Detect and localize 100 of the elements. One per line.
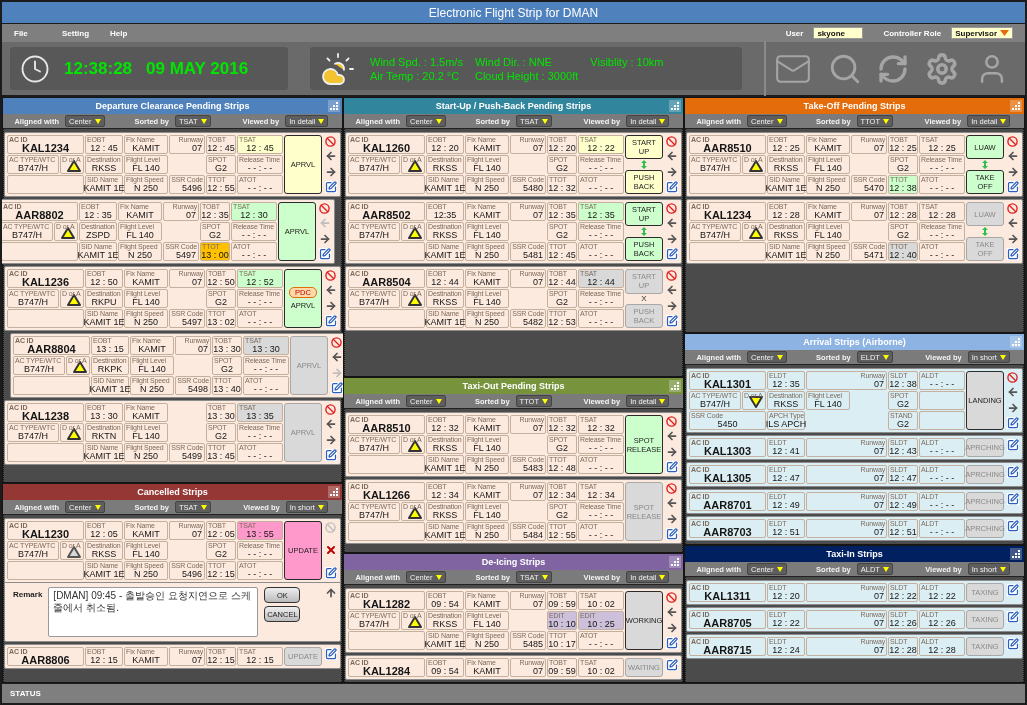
right-arrow-icon[interactable] xyxy=(1006,401,1019,414)
flight-strip[interactable] xyxy=(345,199,682,264)
right-arrow-icon[interactable] xyxy=(665,232,678,245)
resize-grip-icon[interactable] xyxy=(1010,100,1022,112)
edit-icon[interactable] xyxy=(1006,181,1019,193)
resize-grip-icon[interactable] xyxy=(1010,548,1022,560)
remark-field[interactable]: [DMAN] 09:45 - 출발승인 요청지연으로 스케줄에서 취소됨. xyxy=(48,587,259,637)
right-arrow-icon[interactable] xyxy=(665,621,678,634)
prohibited-icon[interactable] xyxy=(325,270,336,281)
resize-grip-icon[interactable] xyxy=(669,556,681,568)
edit-icon[interactable] xyxy=(1006,417,1019,429)
prohibited-icon[interactable] xyxy=(1007,136,1018,147)
role-dropdown[interactable]: Supervisor xyxy=(951,27,1013,39)
flight-strip[interactable] xyxy=(345,412,682,477)
flight-strip[interactable] xyxy=(4,266,341,331)
up-arrow-icon[interactable] xyxy=(325,587,337,599)
resize-grip-icon[interactable] xyxy=(1010,336,1022,348)
left-arrow-icon[interactable] xyxy=(665,430,678,443)
left-arrow-icon[interactable] xyxy=(324,418,337,431)
left-arrow-icon[interactable] xyxy=(665,284,678,297)
edit-icon[interactable] xyxy=(324,648,337,660)
prohibited-icon[interactable] xyxy=(325,404,336,415)
edit-icon[interactable] xyxy=(665,461,678,473)
menu-item[interactable]: Help xyxy=(110,28,158,38)
edit-icon[interactable] xyxy=(665,528,678,540)
prohibited-icon[interactable] xyxy=(666,416,677,427)
resize-grip-icon[interactable] xyxy=(328,486,340,498)
delete-icon[interactable] xyxy=(324,544,337,556)
edit-icon[interactable] xyxy=(330,382,343,394)
edit-icon[interactable] xyxy=(324,315,337,327)
edit-icon[interactable] xyxy=(324,449,337,461)
left-arrow-icon[interactable] xyxy=(1006,150,1019,163)
right-arrow-icon[interactable] xyxy=(665,165,678,178)
left-arrow-icon[interactable] xyxy=(665,606,678,619)
left-arrow-icon[interactable] xyxy=(324,284,337,297)
edit-icon[interactable] xyxy=(318,248,331,260)
caret-icon xyxy=(659,118,666,124)
right-arrow-icon[interactable] xyxy=(318,232,331,245)
edit-icon[interactable] xyxy=(665,248,678,260)
prohibited-icon[interactable] xyxy=(331,337,342,348)
resize-grip-icon[interactable] xyxy=(669,380,681,392)
edit-icon[interactable] xyxy=(1006,611,1019,623)
prohibited-icon[interactable] xyxy=(666,270,677,281)
field-value: KAMIT 1E xyxy=(89,384,131,394)
resize-grip-icon[interactable] xyxy=(669,100,681,112)
edit-icon[interactable] xyxy=(1006,584,1019,596)
prohibited-icon[interactable] xyxy=(666,592,677,603)
prohibited-icon[interactable] xyxy=(325,136,336,147)
flight-strip[interactable] xyxy=(4,400,341,465)
flight-strip[interactable] xyxy=(345,266,682,331)
right-arrow-icon[interactable] xyxy=(324,433,337,446)
left-arrow-icon[interactable] xyxy=(1006,386,1019,399)
prohibited-icon[interactable] xyxy=(1007,372,1018,383)
edit-icon[interactable] xyxy=(1006,520,1019,532)
flight-strip[interactable] xyxy=(686,132,1023,197)
edit-icon[interactable] xyxy=(1006,493,1019,505)
edit-icon[interactable] xyxy=(324,567,337,579)
edit-icon[interactable] xyxy=(665,637,678,649)
flight-strip[interactable] xyxy=(4,132,341,197)
flight-strip[interactable] xyxy=(2,199,335,264)
edit-icon[interactable] xyxy=(1006,466,1019,478)
edit-icon[interactable] xyxy=(1006,439,1019,451)
prohibited-icon[interactable] xyxy=(666,483,677,494)
resize-grip-icon[interactable] xyxy=(328,100,340,112)
left-arrow-icon[interactable] xyxy=(665,150,678,163)
field-value: 12 : 22 xyxy=(889,591,917,601)
field-value: - - : - - xyxy=(247,163,273,173)
menu-item[interactable]: Setting xyxy=(62,28,110,38)
current-date: 09 MAY 2016 xyxy=(146,58,249,79)
menu-item[interactable]: File xyxy=(14,28,62,38)
edit-icon[interactable] xyxy=(665,181,678,193)
edit-icon[interactable] xyxy=(665,315,678,327)
right-arrow-icon[interactable] xyxy=(1006,165,1019,178)
edit-icon[interactable] xyxy=(665,659,678,671)
left-arrow-icon[interactable] xyxy=(665,217,678,230)
right-arrow-icon[interactable] xyxy=(665,299,678,312)
right-arrow-icon[interactable] xyxy=(665,512,678,525)
left-arrow-icon[interactable] xyxy=(665,497,678,510)
prohibited-icon[interactable] xyxy=(666,203,677,214)
prohibited-icon[interactable] xyxy=(1007,203,1018,214)
edit-icon[interactable] xyxy=(1006,248,1019,260)
right-arrow-icon[interactable] xyxy=(665,445,678,458)
flight-strip[interactable] xyxy=(686,199,1023,264)
prohibited-icon[interactable] xyxy=(666,136,677,147)
right-arrow-icon[interactable] xyxy=(324,299,337,312)
edit-icon[interactable] xyxy=(324,181,337,193)
left-arrow-icon[interactable] xyxy=(1006,217,1019,230)
right-arrow-icon[interactable] xyxy=(324,165,337,178)
prohibited-icon[interactable] xyxy=(319,203,330,214)
user-field[interactable]: skyone xyxy=(813,27,864,39)
field-value: 12 : 05 xyxy=(90,529,118,539)
flight-strip[interactable] xyxy=(345,132,682,197)
right-arrow-icon[interactable] xyxy=(1006,232,1019,245)
flight-strip[interactable] xyxy=(4,518,341,642)
flight-strip[interactable] xyxy=(345,479,682,544)
left-arrow-icon[interactable] xyxy=(324,150,337,163)
flight-strip[interactable] xyxy=(345,588,682,653)
edit-icon[interactable] xyxy=(1006,638,1019,650)
caret-icon xyxy=(200,118,207,124)
left-arrow-icon[interactable] xyxy=(330,351,343,364)
